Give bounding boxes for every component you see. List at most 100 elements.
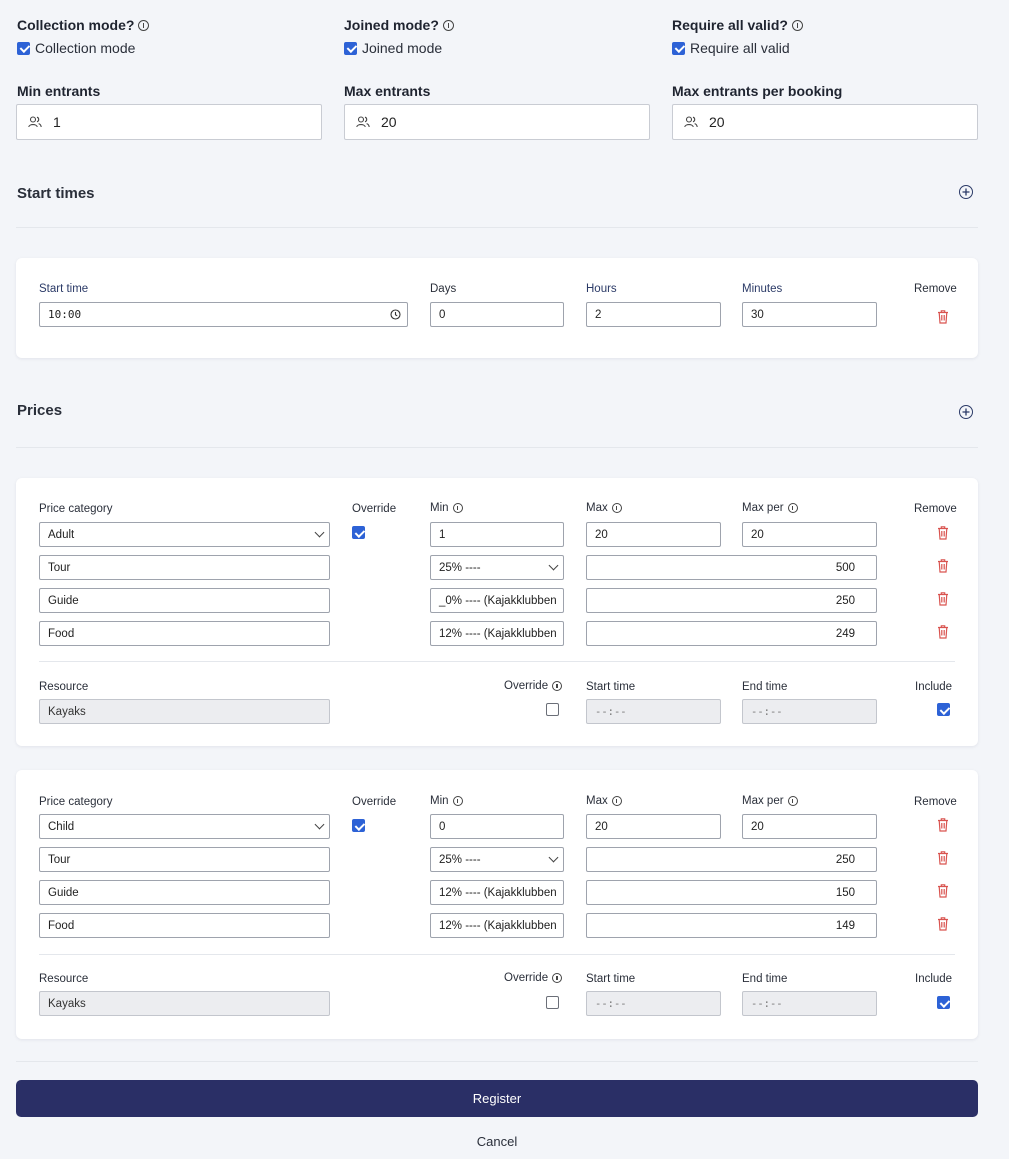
trash-icon[interactable]	[936, 850, 950, 865]
price-amount-input[interactable]: 249	[586, 621, 877, 646]
checkbox-checked-icon[interactable]	[937, 996, 950, 1009]
trash-icon[interactable]	[936, 916, 950, 931]
info-icon[interactable]	[791, 19, 803, 31]
trash-icon[interactable]	[936, 591, 950, 606]
resource-end-time-input: --:--	[742, 699, 877, 724]
price-line-name-input[interactable]: Guide	[39, 588, 330, 613]
checkbox-unchecked-icon[interactable]	[546, 703, 559, 716]
max-per-input[interactable]: 20	[742, 814, 877, 839]
trash-icon[interactable]	[936, 525, 950, 540]
price-line-name-input[interactable]: Tour	[39, 555, 330, 580]
resource-start-time-input: --:--	[586, 991, 721, 1016]
remove-header: Remove	[914, 283, 957, 295]
max-header: Max	[586, 502, 622, 514]
checkbox-checked-icon[interactable]	[17, 41, 30, 55]
divider	[16, 227, 978, 228]
info-icon[interactable]	[452, 796, 463, 806]
price-line-name-input[interactable]: Food	[39, 913, 330, 938]
vat-select[interactable]: 12% ---- (Kajakklubben	[430, 621, 564, 646]
price-amount-input[interactable]: 250	[586, 588, 877, 613]
price-amount-input[interactable]: 149	[586, 913, 877, 938]
price-category-select[interactable]: Child	[39, 814, 330, 839]
info-icon[interactable]	[611, 796, 622, 806]
resource-end-time-header: End time	[742, 681, 788, 693]
vat-select[interactable]: 25% ----	[430, 847, 564, 872]
start-time-input[interactable]: 10:00	[39, 302, 408, 327]
divider	[39, 954, 955, 955]
max-per-header: Max per	[742, 502, 798, 514]
trash-icon[interactable]	[936, 624, 950, 639]
start-times-title: Start times	[17, 185, 95, 202]
chevron-down-icon	[548, 852, 559, 863]
remove-header: Remove	[914, 503, 957, 515]
max-entrants-label: Max entrants	[344, 83, 431, 99]
checkbox-checked-icon[interactable]	[937, 703, 950, 716]
checkbox-checked-icon[interactable]	[352, 819, 365, 832]
cancel-button[interactable]: Cancel	[447, 1134, 547, 1149]
info-icon[interactable]	[787, 796, 798, 806]
max-input[interactable]: 20	[586, 522, 721, 547]
trash-icon[interactable]	[936, 817, 950, 832]
vat-select[interactable]: 12% ---- (Kajakklubben	[430, 913, 564, 938]
min-input[interactable]: 1	[430, 522, 564, 547]
vat-select[interactable]: _0% ---- (Kajakklubben	[430, 588, 564, 613]
clock-icon[interactable]	[390, 309, 401, 320]
min-input[interactable]: 0	[430, 814, 564, 839]
resource-override-header: Override	[504, 680, 563, 692]
resource-override-checkbox[interactable]	[546, 703, 559, 721]
joined-mode-checkbox[interactable]: Joined mode	[344, 40, 442, 56]
min-header: Min	[430, 795, 463, 807]
vat-select[interactable]: 12% ---- (Kajakklubben	[430, 880, 564, 905]
vat-select[interactable]: 25% ----	[430, 555, 564, 580]
max-per-booking-input[interactable]: 20	[672, 104, 978, 140]
info-icon[interactable]	[611, 503, 622, 513]
price-line-name-input[interactable]: Tour	[39, 847, 330, 872]
divider	[16, 1061, 978, 1062]
hours-input[interactable]: 2	[586, 302, 721, 327]
max-per-input[interactable]: 20	[742, 522, 877, 547]
override-checkbox[interactable]	[352, 819, 365, 837]
info-icon[interactable]	[552, 973, 563, 983]
resource-override-checkbox[interactable]	[546, 996, 559, 1014]
price-amount-input[interactable]: 150	[586, 880, 877, 905]
price-line-name-input[interactable]: Food	[39, 621, 330, 646]
min-header: Min	[430, 502, 463, 514]
require-all-valid-checkbox[interactable]: Require all valid	[672, 40, 790, 56]
register-button[interactable]: Register	[16, 1080, 978, 1117]
minutes-input[interactable]: 30	[742, 302, 877, 327]
price-amount-input[interactable]: 250	[586, 847, 877, 872]
info-icon[interactable]	[138, 19, 150, 31]
info-icon[interactable]	[787, 503, 798, 513]
collection-mode-label: Collection mode?	[17, 17, 150, 33]
resource-input: Kayaks	[39, 699, 330, 724]
override-checkbox[interactable]	[352, 526, 365, 544]
days-input[interactable]: 0	[430, 302, 564, 327]
price-category-header: Price category	[39, 503, 113, 515]
price-amount-input[interactable]: 500	[586, 555, 877, 580]
include-checkbox[interactable]	[937, 996, 950, 1014]
people-icon	[673, 104, 709, 140]
min-entrants-input[interactable]: 1	[16, 104, 322, 140]
max-per-booking-label: Max entrants per booking	[672, 83, 843, 99]
add-start-time-icon[interactable]	[959, 185, 973, 199]
max-input[interactable]: 20	[586, 814, 721, 839]
trash-icon[interactable]	[936, 883, 950, 898]
checkbox-checked-icon[interactable]	[352, 526, 365, 539]
info-icon[interactable]	[452, 503, 463, 513]
divider	[16, 447, 978, 448]
checkbox-checked-icon[interactable]	[672, 41, 685, 55]
trash-icon[interactable]	[936, 309, 950, 324]
include-checkbox[interactable]	[937, 703, 950, 721]
collection-mode-checkbox[interactable]: Collection mode	[17, 40, 135, 56]
price-category-select[interactable]: Adult	[39, 522, 330, 547]
add-price-icon[interactable]	[959, 405, 973, 419]
checkbox-checked-icon[interactable]	[344, 41, 357, 55]
trash-icon[interactable]	[936, 558, 950, 573]
min-entrants-label: Min entrants	[17, 83, 101, 99]
price-line-name-input[interactable]: Guide	[39, 880, 330, 905]
max-entrants-input[interactable]: 20	[344, 104, 650, 140]
info-icon[interactable]	[442, 19, 454, 31]
checkbox-unchecked-icon[interactable]	[546, 996, 559, 1009]
info-icon[interactable]	[552, 681, 563, 691]
prices-title: Prices	[17, 402, 63, 419]
